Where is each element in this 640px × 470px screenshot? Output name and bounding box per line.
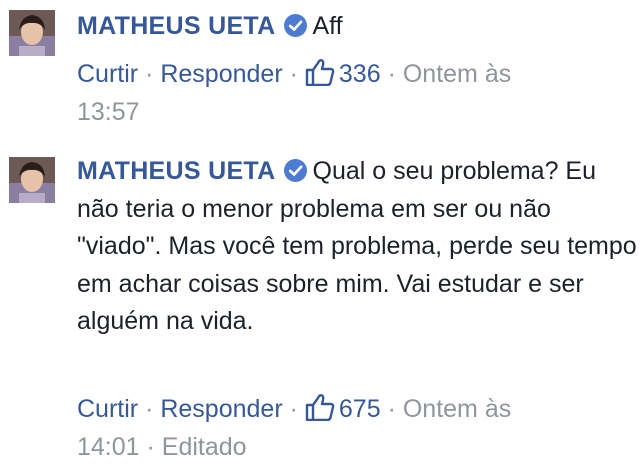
author-name[interactable]: MATHEUS UETA — [77, 12, 276, 40]
separator: · — [387, 60, 396, 88]
avatar[interactable] — [9, 157, 55, 203]
separator: · — [145, 60, 154, 88]
comment-meta: Curtir · Responder · 336 · Ontem às 13:5… — [77, 56, 597, 131]
edited-link[interactable]: Editado — [162, 433, 247, 461]
like-count-link[interactable]: 336 — [305, 58, 381, 88]
thumbs-up-icon — [305, 393, 335, 422]
reply-link[interactable]: Responder — [160, 395, 282, 423]
timestamp[interactable]: Ontem às — [403, 395, 511, 423]
comment-body: MATHEUS UETA Aff — [77, 8, 637, 46]
separator: · — [289, 60, 298, 88]
verified-badge-icon — [283, 156, 307, 182]
comment-text: Aff — [312, 12, 343, 40]
separator: · — [146, 432, 155, 461]
comment-body: MATHEUS UETA Qual o seu problema? Eu não … — [77, 153, 637, 341]
avatar[interactable] — [9, 10, 55, 56]
like-count: 675 — [338, 395, 381, 423]
comment-1: MATHEUS UETA Aff Curtir · Responder · 336… — [0, 0, 640, 140]
timestamp[interactable]: Ontem às — [403, 60, 511, 88]
timestamp-time[interactable]: 13:57 — [77, 98, 140, 126]
like-count: 336 — [338, 60, 381, 88]
like-link[interactable]: Curtir — [77, 60, 138, 88]
author-name[interactable]: MATHEUS UETA — [77, 157, 276, 185]
timestamp-time[interactable]: 14:01 — [77, 433, 140, 461]
verified-badge-icon — [283, 11, 307, 37]
separator: · — [387, 395, 396, 423]
separator: · — [145, 395, 154, 423]
reply-link[interactable]: Responder — [160, 60, 282, 88]
like-count-link[interactable]: 675 — [305, 393, 381, 423]
comment-2: MATHEUS UETA Qual o seu problema? Eu não … — [0, 140, 640, 470]
comment-meta: Curtir · Responder · 675 · Ontem às 14:0… — [77, 391, 597, 466]
separator: · — [289, 395, 298, 423]
thumbs-up-icon — [305, 58, 335, 87]
like-link[interactable]: Curtir — [77, 395, 138, 423]
